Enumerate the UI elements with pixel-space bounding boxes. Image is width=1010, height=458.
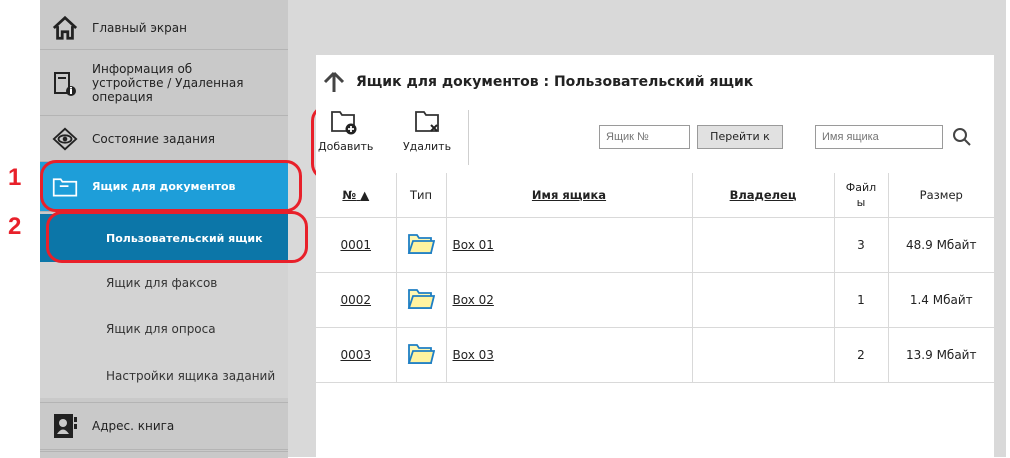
sidebar-item-label: Ящик для опроса <box>106 322 216 336</box>
col-name-header[interactable]: Имя ящика <box>446 173 693 218</box>
box-number-input[interactable] <box>599 125 690 149</box>
box-number-link[interactable]: 0002 <box>340 293 371 307</box>
box-name-link[interactable]: Box 03 <box>453 348 494 362</box>
callout-box-2 <box>46 211 308 263</box>
main-panel: Ящик для документов : Пользовательский я… <box>316 55 994 457</box>
title-row: Ящик для документов : Пользовательский я… <box>322 67 753 97</box>
box-number-link[interactable]: 0001 <box>340 238 371 252</box>
page-title: Ящик для документов : Пользовательский я… <box>356 74 754 90</box>
table-header-row: № ▲ Тип Имя ящика Владелец Файл ы Размер <box>316 173 994 218</box>
box-table: № ▲ Тип Имя ящика Владелец Файл ы Размер… <box>316 173 994 383</box>
owner-cell <box>692 327 835 383</box>
table-row: 0003 Box 03 2 13.9 Мбайт <box>316 327 994 383</box>
size-cell: 1.4 Мбайт <box>888 272 994 328</box>
box-name-input[interactable] <box>815 125 943 149</box>
size-cell: 48.9 Мбайт <box>888 217 994 273</box>
delete-button-label: Удалить <box>402 140 452 153</box>
sidebar-item-label: Главный экран <box>92 20 187 35</box>
files-cell: 1 <box>834 272 889 328</box>
table-row: 0001 Box 01 3 48.9 Мбайт <box>316 217 994 273</box>
eye-icon <box>52 126 78 152</box>
sidebar-item-label: Адрес. книга <box>92 419 175 433</box>
folder-icon <box>407 233 436 259</box>
address-book-icon <box>52 413 78 439</box>
sidebar-item-label: Состояние задания <box>92 131 215 146</box>
col-files-header: Файл ы <box>834 173 889 218</box>
col-number-label: № <box>342 188 357 202</box>
sidebar-item-label: Информация об устройстве / Удаленная опе… <box>92 61 244 104</box>
files-cell: 2 <box>834 327 889 383</box>
device-info-icon <box>52 70 78 96</box>
box-name-link[interactable]: Box 01 <box>453 238 494 252</box>
table-row: 0002 Box 02 1 1.4 Мбайт <box>316 272 994 328</box>
sidebar-item-job-box-settings[interactable]: Настройки ящика заданий <box>40 354 288 398</box>
callout-number-1: 1 <box>8 164 22 191</box>
col-number-header[interactable]: № ▲ <box>316 173 397 218</box>
files-cell: 3 <box>834 217 889 273</box>
sidebar-item-label: Настройки ящика заданий <box>106 369 276 383</box>
col-files-label: Файл ы <box>845 181 877 209</box>
col-type-header: Тип <box>396 173 447 218</box>
up-arrow-icon[interactable] <box>322 70 346 94</box>
sidebar-item-home[interactable]: Главный экран <box>40 6 288 50</box>
box-name-link[interactable]: Box 02 <box>453 293 494 307</box>
owner-cell <box>692 272 835 328</box>
folder-icon <box>407 288 436 314</box>
sidebar-item-label: Ящик для факсов <box>106 276 218 290</box>
sidebar-item-fax-box[interactable]: Ящик для факсов <box>40 262 288 308</box>
add-button[interactable]: Добавить <box>318 107 374 153</box>
callout-number-2: 2 <box>8 213 22 240</box>
add-button-label: Добавить <box>318 140 374 153</box>
sidebar-item-device-info[interactable]: Информация об устройстве / Удаленная опе… <box>40 50 288 116</box>
delete-button[interactable]: Удалить <box>402 107 452 153</box>
owner-cell <box>692 217 835 273</box>
col-size-header: Размер <box>888 173 994 218</box>
sidebar-item-polling-box[interactable]: Ящик для опроса <box>40 308 288 354</box>
toolbar-divider <box>468 110 469 165</box>
box-number-link[interactable]: 0003 <box>340 348 371 362</box>
sidebar-item-address-book[interactable]: Адрес. книга <box>40 402 288 450</box>
delete-folder-icon <box>412 111 442 138</box>
goto-button[interactable]: Перейти к <box>697 125 783 149</box>
add-folder-icon <box>328 111 358 138</box>
folder-icon <box>407 343 436 369</box>
home-icon <box>52 15 78 41</box>
sort-asc-icon: ▲ <box>360 188 370 202</box>
search-icon[interactable] <box>952 127 972 147</box>
sidebar-item-job-status[interactable]: Состояние задания <box>40 116 288 162</box>
scrollbar[interactable] <box>996 55 1006 457</box>
callout-box-1 <box>40 160 302 212</box>
col-owner-header[interactable]: Владелец <box>692 173 835 218</box>
size-cell: 13.9 Мбайт <box>888 327 994 383</box>
